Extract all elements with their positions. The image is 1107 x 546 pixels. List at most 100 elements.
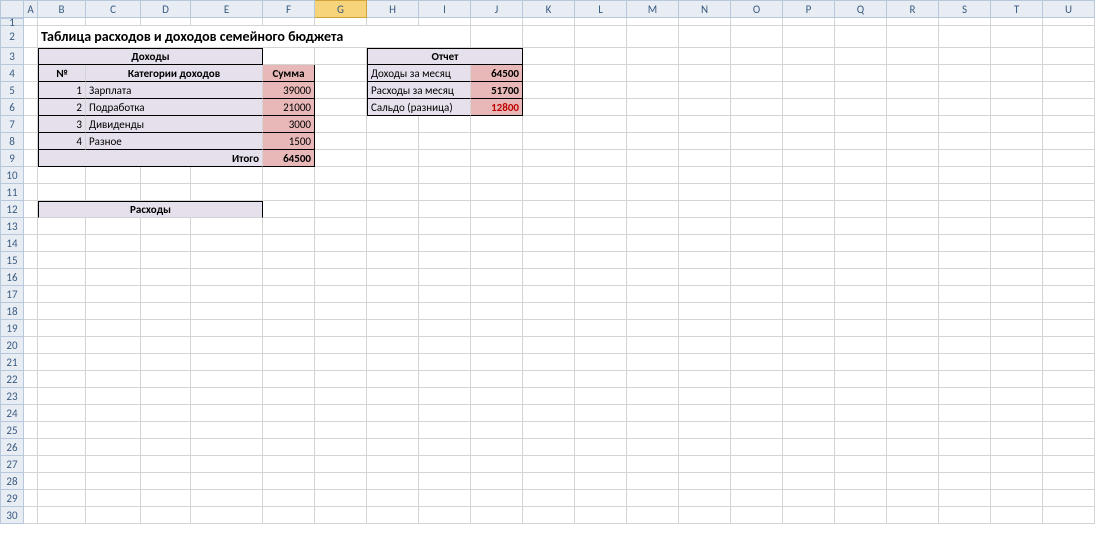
cell[interactable] — [523, 337, 575, 354]
cell[interactable] — [887, 99, 939, 116]
cell[interactable] — [191, 252, 263, 269]
cell[interactable] — [38, 303, 86, 320]
cell[interactable] — [575, 320, 627, 337]
cell[interactable] — [991, 99, 1043, 116]
cell[interactable] — [627, 99, 679, 116]
cell[interactable] — [679, 235, 731, 252]
cell[interactable] — [835, 48, 887, 65]
cell[interactable] — [24, 65, 38, 82]
cell[interactable] — [783, 269, 835, 286]
cell[interactable] — [191, 167, 263, 184]
cell[interactable] — [783, 26, 835, 48]
cell[interactable] — [835, 150, 887, 167]
cell[interactable] — [887, 456, 939, 473]
cell[interactable] — [887, 405, 939, 422]
cell[interactable] — [471, 18, 523, 26]
cell[interactable] — [887, 371, 939, 388]
cell[interactable] — [939, 286, 991, 303]
row-header[interactable]: 16 — [0, 269, 24, 286]
cell[interactable] — [679, 354, 731, 371]
cell[interactable] — [575, 82, 627, 99]
cell[interactable] — [783, 388, 835, 405]
cell[interactable] — [835, 303, 887, 320]
cell[interactable] — [315, 184, 367, 201]
cell[interactable] — [38, 456, 86, 473]
cell[interactable] — [679, 82, 731, 99]
row-header[interactable]: 6 — [0, 99, 24, 116]
cell[interactable] — [627, 490, 679, 507]
cell[interactable] — [263, 167, 315, 184]
cell[interactable] — [263, 405, 315, 422]
cell[interactable] — [783, 320, 835, 337]
cell[interactable] — [523, 422, 575, 439]
cell[interactable] — [1043, 26, 1095, 48]
cell[interactable] — [679, 150, 731, 167]
cell[interactable] — [887, 269, 939, 286]
cell[interactable] — [835, 82, 887, 99]
col-header-F[interactable]: F — [263, 0, 315, 18]
cell[interactable] — [471, 388, 523, 405]
cell[interactable]: Дивиденды — [86, 116, 263, 133]
cell[interactable] — [1043, 116, 1095, 133]
cell[interactable] — [991, 439, 1043, 456]
cell[interactable] — [419, 201, 471, 218]
cell[interactable] — [1043, 303, 1095, 320]
cell[interactable] — [38, 473, 86, 490]
cell[interactable] — [24, 507, 38, 524]
cell[interactable] — [1043, 252, 1095, 269]
cell[interactable] — [38, 286, 86, 303]
cell[interactable] — [86, 269, 141, 286]
cell[interactable] — [419, 150, 471, 167]
cell[interactable]: 39000 — [263, 82, 315, 99]
cell[interactable] — [523, 320, 575, 337]
cell[interactable] — [1043, 150, 1095, 167]
cell[interactable] — [887, 320, 939, 337]
row-header[interactable]: 22 — [0, 371, 24, 388]
cell[interactable] — [367, 133, 419, 150]
cell[interactable] — [523, 218, 575, 235]
col-header-M[interactable]: M — [627, 0, 679, 18]
cell[interactable] — [523, 371, 575, 388]
cell[interactable] — [679, 473, 731, 490]
cell[interactable] — [679, 184, 731, 201]
col-header-I[interactable]: I — [419, 0, 471, 18]
cell[interactable] — [679, 133, 731, 150]
cell[interactable] — [419, 405, 471, 422]
cell[interactable] — [471, 507, 523, 524]
cell[interactable] — [575, 269, 627, 286]
cell[interactable] — [191, 303, 263, 320]
cell[interactable]: 64500 — [471, 65, 523, 82]
cell[interactable] — [939, 422, 991, 439]
cell[interactable] — [471, 133, 523, 150]
cell[interactable] — [191, 354, 263, 371]
cell[interactable] — [191, 456, 263, 473]
cell[interactable] — [141, 337, 191, 354]
cell[interactable]: Таблица расходов и доходов семейного бюд… — [38, 26, 471, 48]
row-header[interactable]: 8 — [0, 133, 24, 150]
cell[interactable] — [523, 48, 575, 65]
cell[interactable]: 3 — [38, 116, 86, 133]
col-header-U[interactable]: U — [1043, 0, 1095, 18]
row-header[interactable]: 10 — [0, 167, 24, 184]
cell[interactable] — [471, 26, 523, 48]
col-header-K[interactable]: K — [523, 0, 575, 18]
cell[interactable] — [991, 337, 1043, 354]
cell[interactable] — [991, 303, 1043, 320]
cell[interactable] — [471, 439, 523, 456]
cell[interactable] — [367, 439, 419, 456]
cell[interactable] — [315, 354, 367, 371]
cell[interactable] — [315, 337, 367, 354]
cell[interactable] — [263, 184, 315, 201]
cell[interactable] — [679, 252, 731, 269]
cell[interactable] — [367, 150, 419, 167]
cell[interactable] — [419, 422, 471, 439]
cell[interactable] — [679, 320, 731, 337]
cell[interactable] — [471, 473, 523, 490]
cell[interactable] — [141, 167, 191, 184]
cell[interactable] — [315, 48, 367, 65]
cell[interactable] — [575, 422, 627, 439]
cell[interactable] — [471, 354, 523, 371]
cell[interactable] — [1043, 18, 1095, 26]
cell[interactable] — [991, 65, 1043, 82]
cell[interactable] — [731, 269, 783, 286]
